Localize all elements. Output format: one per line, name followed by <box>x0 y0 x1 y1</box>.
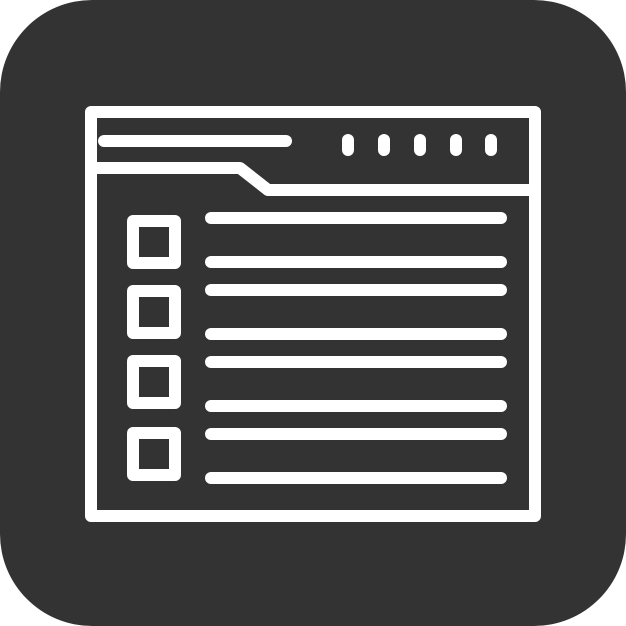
icon-canvas <box>0 0 626 626</box>
browser-window-checklist-icon <box>0 0 626 626</box>
